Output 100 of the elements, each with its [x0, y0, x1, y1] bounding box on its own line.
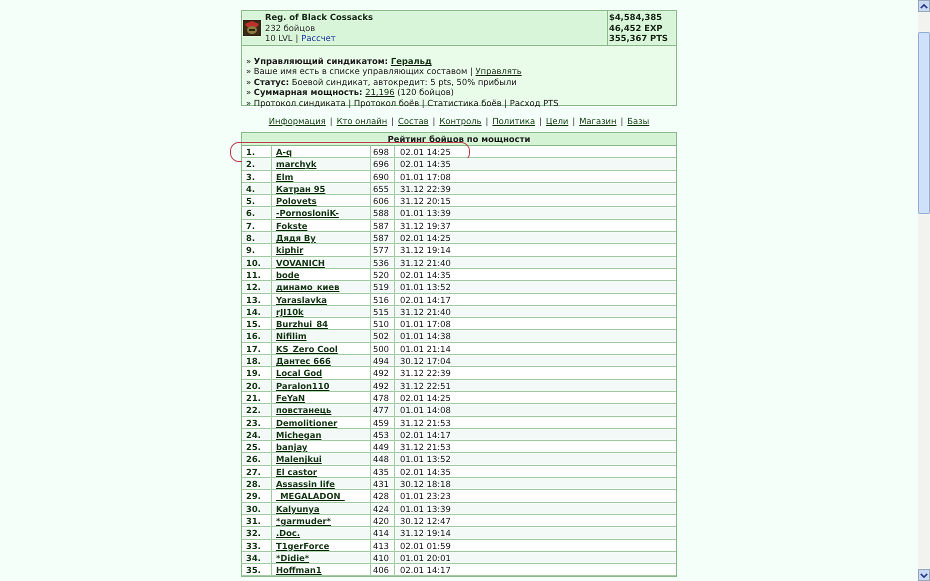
power-cell: 698: [371, 146, 395, 158]
power-cell: 431: [371, 478, 395, 490]
time-cell-text: 31.12 19:14: [399, 527, 452, 538]
player-link[interactable]: rJI10k: [276, 306, 304, 317]
player-link[interactable]: KS_Zero Cool: [276, 344, 338, 354]
separator: |: [295, 33, 298, 44]
nav-link[interactable]: Политика: [492, 116, 536, 127]
stat-value: $4,584,385: [609, 12, 662, 22]
separator: |: [330, 116, 333, 127]
rank-cell: 7.: [242, 220, 272, 232]
time-cell-text: 01.01 13:52: [399, 281, 452, 293]
rank-cell: 35.: [242, 564, 272, 576]
player-link[interactable]: banjay: [276, 442, 308, 452]
player-link[interactable]: A-q: [276, 147, 292, 157]
time-cell-text: 02.01 14:25: [399, 146, 452, 158]
player-link[interactable]: marchyk: [276, 159, 316, 170]
power-cell: 515: [371, 306, 395, 318]
power-cell: 459: [371, 416, 395, 428]
separator: |: [432, 116, 436, 127]
player-link[interactable]: -PornosloniK-: [276, 208, 339, 218]
player-link[interactable]: VOVANICH: [276, 258, 325, 268]
link[interactable]: Геральд: [390, 56, 432, 66]
player-link[interactable]: Nifilim: [276, 331, 307, 342]
player-link[interactable]: Burzhui_84: [276, 319, 328, 330]
power-cell: 587: [371, 232, 395, 244]
player-link[interactable]: Paralon110: [276, 380, 330, 391]
player-link[interactable]: Michegan: [276, 430, 322, 440]
power-cell: 520: [371, 268, 395, 280]
link[interactable]: Управлять: [476, 66, 522, 76]
player-link[interactable]: Fokste: [276, 220, 308, 231]
player-link[interactable]: Дантес 666: [276, 356, 331, 366]
scroll-down-icon[interactable]: [918, 569, 930, 581]
nav-link[interactable]: Контроль: [439, 116, 482, 127]
rank-cell: 17.: [242, 342, 272, 354]
power-cell: 478: [371, 392, 395, 404]
scrollbar[interactable]: [918, 0, 930, 581]
player-link[interactable]: Yaraslavka: [276, 294, 327, 305]
scroll-thumb[interactable]: [918, 32, 930, 214]
emblem-icon: [243, 20, 261, 36]
level-text: 10 LVL: [265, 33, 292, 44]
player-link[interactable]: Kalyunya: [276, 504, 320, 514]
player-link[interactable]: динамо_киев: [276, 282, 340, 292]
player-link[interactable]: Катран 95: [276, 184, 326, 194]
player-link[interactable]: повстанець: [276, 405, 332, 416]
time-cell-text: 31.12 22:39: [399, 182, 452, 194]
nav-link[interactable]: Магазин: [579, 116, 616, 127]
player-link[interactable]: Дядя Ву: [276, 233, 316, 244]
time-cell-text: 02.01 14:35: [399, 158, 452, 170]
scroll-up-icon[interactable]: [918, 0, 930, 12]
time-cell-text: 31.12 21:53: [399, 441, 452, 452]
rank-cell: 6.: [242, 207, 272, 219]
player-link[interactable]: Elm: [276, 172, 294, 182]
player-link[interactable]: Polovets: [276, 196, 317, 206]
player-link[interactable]: El castor: [276, 466, 317, 477]
player-link[interactable]: Malenjkui: [276, 454, 322, 464]
rank-cell: 21.: [242, 392, 272, 404]
calc-link[interactable]: Рассчет: [301, 33, 336, 44]
player-link[interactable]: Demolitioner: [276, 418, 338, 428]
rank-cell: 15.: [242, 318, 272, 330]
rank-cell: 28.: [242, 478, 272, 490]
separator: |: [486, 116, 488, 127]
time-cell-text: 02.01 14:17: [399, 564, 452, 576]
table-title: Рейтинг бойцов по мощности: [242, 133, 676, 146]
power-cell: 406: [371, 564, 395, 576]
player-link[interactable]: FeYaN: [276, 392, 306, 403]
player-link[interactable]: bode: [276, 270, 300, 280]
time-cell-text: 02.01 14:35: [399, 268, 452, 280]
nav-link[interactable]: Базы: [627, 116, 650, 127]
power-cell: 536: [371, 256, 395, 268]
nav-link[interactable]: Состав: [398, 116, 429, 127]
player-link[interactable]: _MEGALADON_: [276, 491, 345, 502]
player-link[interactable]: *Didie*: [276, 552, 310, 563]
stat-value: 46,452 EXP: [609, 22, 663, 33]
time-cell-text: 31.12 21:40: [399, 256, 452, 268]
player-link[interactable]: T1gerForce: [276, 540, 330, 550]
power-cell: 500: [371, 342, 395, 354]
time-cell-text: 31.12 19:37: [399, 220, 452, 232]
nav-link[interactable]: Информация: [268, 116, 326, 127]
power-cell: 428: [371, 490, 395, 502]
link[interactable]: 21,196: [365, 87, 395, 98]
power-cell: 492: [371, 367, 395, 379]
player-link[interactable]: *garmuder*: [276, 516, 332, 526]
rank-cell: 1.: [242, 146, 272, 158]
time-cell-text: 31.12 22:39: [399, 367, 452, 379]
player-link[interactable]: kiphir: [276, 245, 304, 256]
player-link[interactable]: .Doc.: [276, 528, 300, 538]
power-cell: 516: [371, 294, 395, 305]
separator: |: [572, 116, 576, 127]
player-link[interactable]: Assassin life: [276, 479, 335, 490]
rank-cell: 24.: [242, 428, 272, 440]
nav-link[interactable]: Цели: [546, 116, 568, 127]
player-link[interactable]: Hoffman1: [276, 565, 322, 576]
time-cell-text: 02.01 14:25: [399, 232, 452, 244]
player-link[interactable]: Local God: [276, 368, 322, 378]
time-cell-text: 31.12 22:51: [399, 380, 452, 391]
info-line: » Управляющий синдикатом: Геральд: [246, 56, 432, 66]
nav-link[interactable]: Кто онлайн: [336, 116, 388, 127]
rank-cell: 20.: [242, 380, 272, 391]
power-cell: 435: [371, 466, 395, 478]
syndicate-name: Reg. of Black Cossacks: [265, 12, 373, 22]
